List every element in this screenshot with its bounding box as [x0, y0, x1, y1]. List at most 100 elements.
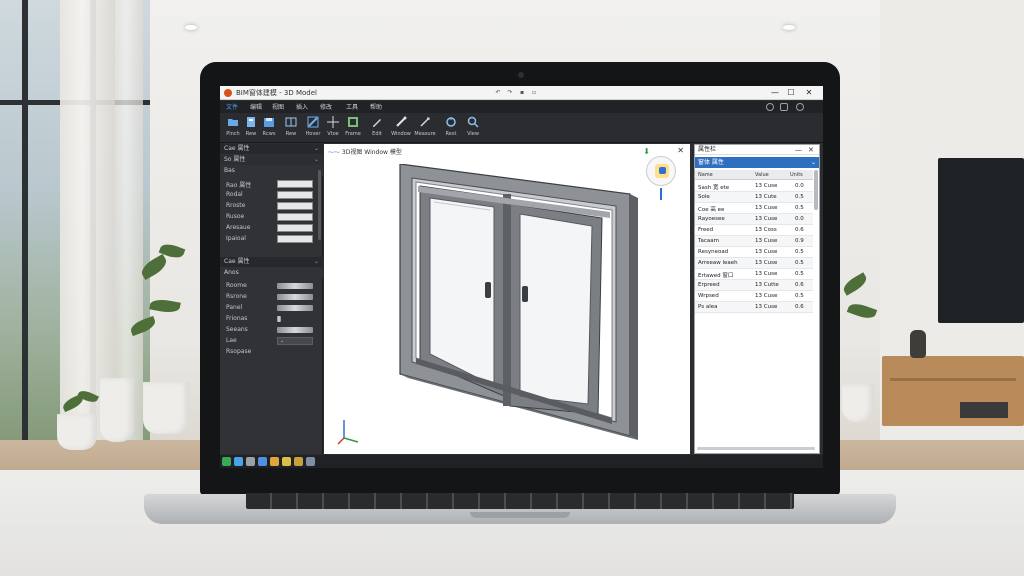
chevron-down-icon[interactable]: ⌄	[811, 157, 816, 168]
ceiling-light	[185, 25, 197, 30]
polar-icon[interactable]	[258, 457, 267, 466]
table-cell: Wrpsed	[698, 293, 719, 299]
material-swatch[interactable]	[277, 327, 313, 333]
chevron-down-icon[interactable]: ⌄	[314, 257, 319, 267]
tool-line[interactable]: Hover	[304, 115, 322, 141]
view-mode-icon[interactable]: ⁓⁓	[328, 149, 342, 156]
zoom-icon	[467, 116, 479, 128]
laptop-screen: BIM窗体建模 - 3D Model ↶ ↷ ▪ ▫ — ☐ ✕ 文件 编辑 视…	[220, 86, 823, 468]
user-icon[interactable]	[796, 103, 804, 111]
tool-new[interactable]: Rew	[242, 115, 260, 141]
tool-crosshair[interactable]: Vtoe	[324, 115, 342, 141]
viewcube-icon[interactable]	[646, 156, 676, 186]
panel-header[interactable]: Cae 属性 ⌄	[220, 144, 323, 154]
ortho-icon[interactable]	[246, 457, 255, 466]
table-cell: Resyneoad	[698, 249, 729, 255]
material-swatch[interactable]	[277, 305, 313, 311]
tool-zoom[interactable]: View	[464, 115, 482, 141]
table-row[interactable]: Freed 13 Coss 0.6	[695, 225, 813, 236]
column-header[interactable]: Name	[698, 172, 713, 178]
prop-input[interactable]	[277, 224, 313, 232]
tool-reset[interactable]: Rest	[442, 115, 460, 141]
table-row[interactable]: Tacaam 13 Cuse 0.9	[695, 236, 813, 247]
trackpad-notch	[470, 512, 570, 518]
object-icon[interactable]	[270, 457, 279, 466]
prop-input[interactable]	[277, 213, 313, 221]
column-header[interactable]: Value	[755, 172, 769, 178]
menu-file[interactable]: 文件	[226, 102, 238, 111]
menu-view[interactable]: 视图	[272, 102, 284, 111]
material-swatch[interactable]	[277, 294, 313, 300]
prop-input[interactable]	[277, 191, 313, 199]
layer-icon[interactable]	[282, 457, 291, 466]
prop-input[interactable]	[277, 180, 313, 188]
tool-save[interactable]: Rcws	[260, 115, 278, 141]
tool-measure[interactable]: Measure	[414, 115, 436, 141]
menu-tools[interactable]: 工具	[346, 102, 358, 111]
material-swatch[interactable]	[277, 283, 313, 289]
table-row[interactable]: Wrpsed 13 Cuse 0.5	[695, 291, 813, 302]
undo-icon[interactable]: ↶	[494, 89, 502, 97]
table-row[interactable]: Ertawed 窗口 13 Cuse 0.5	[695, 269, 813, 280]
3d-viewport[interactable]: ⁓⁓ 3D视图 Window 模型 ⬇ ✕	[324, 144, 690, 454]
redo-icon[interactable]: ↷	[506, 89, 514, 97]
menu-edit[interactable]: 编辑	[250, 102, 262, 111]
grid-hscrollbar[interactable]	[697, 447, 815, 450]
material-row: Rsopase	[226, 348, 252, 355]
tool-wall[interactable]: Rew	[282, 115, 300, 141]
material-swatch[interactable]	[277, 316, 281, 322]
tool-open[interactable]: Pinch	[224, 115, 242, 141]
panel-scrollbar[interactable]	[318, 170, 321, 240]
table-cell: 13 Cuse	[755, 183, 778, 189]
table-row[interactable]: Rayoesee 13 Cuse 0.0	[695, 214, 813, 225]
menu-modify[interactable]: 修改	[320, 102, 332, 111]
panel-title: 属性栏 — ✕	[695, 145, 819, 155]
grid-scrollbar[interactable]	[814, 170, 818, 210]
close-panel-icon[interactable]: ✕	[808, 145, 814, 155]
table-cell: Sole	[698, 194, 710, 200]
table-row[interactable]: Sole 13 Cute 0.5	[695, 192, 813, 203]
frame-icon	[348, 117, 358, 127]
table-row[interactable]: Resyneoad 13 Cuse 0.5	[695, 247, 813, 258]
material-row: Roome	[220, 281, 323, 292]
panel-subheader[interactable]: So 属性 ⌄	[220, 155, 323, 165]
tool-edit[interactable]: Edit	[368, 115, 386, 141]
prop-input[interactable]	[277, 202, 313, 210]
chevron-down-icon[interactable]: ⌄	[314, 144, 319, 154]
table-cell: 13 Cutte	[755, 282, 779, 288]
display-icon[interactable]	[306, 457, 315, 466]
viewport-close-button[interactable]: ✕	[677, 146, 684, 155]
close-button[interactable]: ✕	[802, 87, 816, 99]
planter	[143, 382, 189, 434]
settings-icon[interactable]	[766, 103, 774, 111]
table-row[interactable]: Sash 宽 ete 13 Cuse 0.0	[695, 181, 813, 192]
menu-help[interactable]: 帮助	[370, 102, 382, 111]
table-row[interactable]: Erpreed 13 Cutte 0.6	[695, 280, 813, 291]
material-select[interactable]: ⌄	[277, 337, 313, 345]
share-icon[interactable]	[780, 103, 788, 111]
column-header[interactable]: Units	[790, 172, 803, 178]
window-model[interactable]	[394, 164, 644, 444]
menu-insert[interactable]: 插入	[296, 102, 308, 111]
chevron-down-icon[interactable]: ⌄	[314, 155, 319, 165]
table-row[interactable]: Coe 高 ee 13 Cuse 0.5	[695, 203, 813, 214]
tool-window[interactable]: Window	[391, 115, 411, 141]
prop-input[interactable]	[277, 235, 313, 243]
table-row[interactable]: Arreeaw leaeh 13 Cuse 0.5	[695, 258, 813, 269]
lock-icon[interactable]	[294, 457, 303, 466]
print-icon[interactable]: ▫	[530, 89, 538, 97]
table-cell: Sash 宽 ete	[698, 185, 730, 191]
snap-icon[interactable]	[234, 457, 243, 466]
panel-tab[interactable]: 窗体 属性 ⌄	[695, 157, 819, 168]
minimize-button[interactable]: —	[768, 87, 782, 99]
table-row[interactable]: Ps alea 13 Cuse 0.6	[695, 302, 813, 313]
table-cell: 13 Cuse	[755, 304, 778, 310]
arrow-down-icon[interactable]: ⬇	[643, 147, 650, 156]
maximize-button[interactable]: ☐	[784, 87, 798, 99]
minimize-panel-icon[interactable]: —	[795, 145, 802, 155]
quick-save-icon[interactable]: ▪	[518, 89, 526, 97]
tool-frame[interactable]: Frame	[344, 115, 362, 141]
table-cell: 0.5	[795, 271, 804, 277]
panel-header[interactable]: Cae 属性 ⌄	[220, 257, 323, 267]
grid-icon[interactable]	[222, 457, 231, 466]
